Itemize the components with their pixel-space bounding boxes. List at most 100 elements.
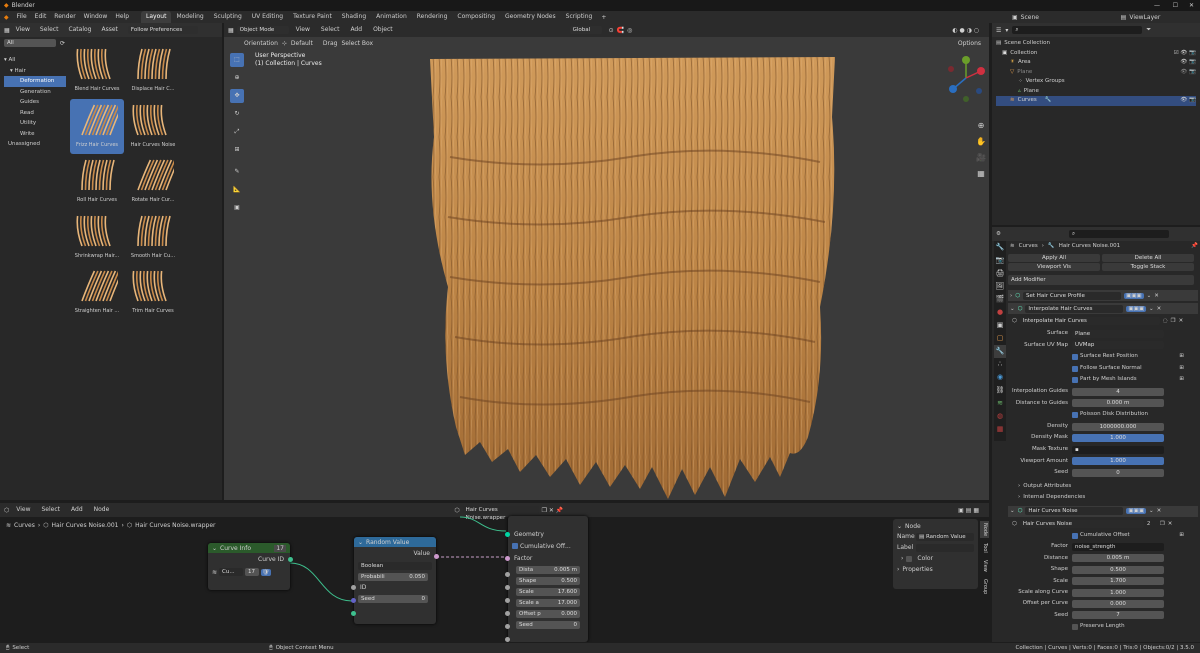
visibility-icons[interactable]: 👁 📷: [1180, 68, 1196, 78]
outliner-type-icon[interactable]: ☰: [996, 27, 1001, 34]
annotate-tool-icon[interactable]: ✎: [230, 165, 244, 179]
apply-all-button[interactable]: Apply All: [1008, 254, 1100, 262]
group-input-field[interactable]: Dista 0.005 m: [516, 566, 580, 574]
pan-icon[interactable]: ✋: [976, 134, 986, 150]
input-socket[interactable]: [505, 611, 510, 616]
preserve-length-checkbox[interactable]: [1072, 623, 1078, 630]
minimize-button[interactable]: —: [1154, 2, 1160, 9]
asset-thumbnail[interactable]: Trim Hair Curves: [126, 265, 180, 321]
outliner-item-area[interactable]: ☀ Area 👁 📷: [996, 58, 1196, 68]
select-tool-icon[interactable]: ⬚: [230, 53, 244, 67]
tree-item-write[interactable]: Write: [4, 129, 66, 140]
collection-tab-icon[interactable]: ▣: [994, 319, 1006, 332]
library-selector[interactable]: Follow Preferences: [127, 26, 198, 34]
display-mode-icon[interactable]: ▾: [1005, 27, 1008, 34]
internal-deps-subpanel[interactable]: › Internal Dependencies: [1008, 492, 1198, 504]
vp-menu-add[interactable]: Add: [346, 24, 366, 36]
close-button[interactable]: ✕: [1189, 2, 1194, 9]
poisson-checkbox[interactable]: [1072, 411, 1078, 418]
group-input-field[interactable]: Scale a 17.000: [516, 599, 580, 607]
blender-menu-icon[interactable]: ◆: [0, 14, 13, 21]
modifier-toggle-icons[interactable]: ▣▣▣: [1124, 292, 1144, 299]
curve-info-node[interactable]: ⌄ Curve Info 17 Curve ID ≋ Cu... 17 🛡: [208, 543, 293, 590]
tab-uv-editing[interactable]: UV Editing: [247, 11, 288, 23]
modifier-toggle-icons[interactable]: ▣▣▣: [1126, 305, 1147, 312]
tab-sculpting[interactable]: Sculpting: [209, 11, 247, 23]
asset-menu-asset[interactable]: Asset: [97, 24, 121, 36]
material-tab-icon[interactable]: ◍: [994, 410, 1006, 423]
properties-subpanel[interactable]: › Properties: [897, 564, 974, 575]
filter-icon[interactable]: ⏷: [1146, 26, 1151, 34]
constraints-tab-icon[interactable]: ⛓: [994, 384, 1006, 397]
id-socket[interactable]: [351, 598, 356, 603]
menu-help[interactable]: Help: [111, 11, 133, 23]
node-group-selector[interactable]: Interpolate Hair Curves: [1019, 317, 1160, 325]
dist-guides-field[interactable]: 0.000 m: [1072, 399, 1164, 408]
menu-edit[interactable]: Edit: [31, 11, 51, 23]
node-editor[interactable]: ⬡ View Select Add Node ⬡ Hair Curves Noi…: [0, 503, 989, 642]
cursor-tool-icon[interactable]: ⊕: [230, 71, 244, 85]
interp-guides-field[interactable]: 4: [1072, 387, 1164, 396]
add-workspace-button[interactable]: +: [597, 14, 610, 21]
scale-field[interactable]: 1.700: [1072, 577, 1164, 586]
geometry-socket[interactable]: [505, 532, 510, 537]
asset-thumbnail[interactable]: Rotate Hair Cur...: [126, 154, 180, 210]
tree-item-all[interactable]: ▾ All: [4, 55, 66, 66]
keyframe-icon[interactable]: ⊞: [1179, 374, 1184, 386]
mode-selector[interactable]: Object Mode: [236, 26, 289, 34]
curve-selector[interactable]: Cu...: [219, 568, 244, 576]
factor-field[interactable]: noise_strength: [1072, 543, 1164, 552]
filter-dropdown[interactable]: All: [4, 39, 56, 47]
modifier-panel-interpolate[interactable]: ⌄ ⬡ Interpolate Hair Curves ▣▣▣ ⌄ ✕: [1008, 303, 1198, 314]
snap-icon[interactable]: 🧲: [617, 27, 624, 34]
keyframe-icon[interactable]: ⊞: [1179, 363, 1184, 375]
modifier-remove-icon[interactable]: ✕: [1157, 508, 1162, 514]
properties-search[interactable]: ⌕: [1068, 230, 1169, 238]
texture-tab-icon[interactable]: ▦: [994, 423, 1006, 436]
outliner-scene-collection[interactable]: ▤ Scene Collection: [996, 39, 1196, 49]
group-input-field[interactable]: Scale 17.600: [516, 588, 580, 596]
shape-field[interactable]: 0.500: [1072, 565, 1164, 574]
viewlayer-selector[interactable]: ViewLayer: [1129, 14, 1160, 21]
camera-view-icon[interactable]: 🎥: [976, 150, 986, 166]
fake-user-icon[interactable]: ◌: [1163, 318, 1168, 324]
modifier-menu-icon[interactable]: ⌄: [1147, 293, 1152, 299]
input-socket[interactable]: [505, 637, 510, 642]
add-cube-tool-icon[interactable]: ▣: [230, 201, 244, 215]
menu-render[interactable]: Render: [50, 11, 79, 23]
follow-normal-checkbox[interactable]: [1072, 365, 1078, 372]
seed-field[interactable]: Seed 0: [358, 595, 428, 603]
render-tab-icon[interactable]: 📷: [994, 254, 1006, 267]
asset-menu-catalog[interactable]: Catalog: [64, 24, 95, 36]
surface-rest-checkbox[interactable]: [1072, 353, 1078, 360]
modifier-panel-set-hair-profile[interactable]: › ⬡ Set Hair Curve Profile ▣▣▣ ⌄ ✕: [1008, 290, 1198, 301]
tree-item-guides[interactable]: Guides: [4, 97, 66, 108]
seed2-field[interactable]: 7: [1072, 611, 1164, 620]
tree-item-unassigned[interactable]: Unassigned: [4, 139, 66, 150]
visibility-icons[interactable]: 👁 📷: [1180, 58, 1196, 68]
modifier-toggle-icons[interactable]: ▣▣▣: [1126, 508, 1147, 515]
tree-item-hair[interactable]: ▾ Hair: [4, 66, 66, 77]
menu-file[interactable]: File: [13, 11, 31, 23]
asset-thumbnail[interactable]: Roll Hair Curves: [70, 154, 124, 210]
distance-field[interactable]: 0.005 m: [1072, 554, 1164, 563]
tab-tool[interactable]: Tool: [980, 541, 989, 555]
tab-shading[interactable]: Shading: [337, 11, 371, 23]
vp-menu-select[interactable]: Select: [317, 24, 344, 36]
tab-node[interactable]: Node: [980, 521, 989, 539]
probability-field[interactable]: Probabili 0.050: [358, 573, 428, 581]
outliner-item-plane[interactable]: ▽ Plane 👁 📷: [996, 68, 1196, 78]
editor-type-icon[interactable]: ▦: [4, 27, 10, 34]
asset-menu-view[interactable]: View: [12, 24, 34, 36]
vp-menu-view[interactable]: View: [292, 24, 314, 36]
seed-field[interactable]: 0: [1072, 468, 1164, 477]
orientation-value[interactable]: Default: [291, 40, 319, 47]
add-modifier-dropdown[interactable]: Add Modifier: [1008, 275, 1194, 285]
options-dropdown[interactable]: Options: [958, 40, 981, 47]
menu-window[interactable]: Window: [80, 11, 112, 23]
tab-layout[interactable]: Layout: [141, 11, 172, 23]
scene-tab-icon[interactable]: 🎬: [994, 293, 1006, 306]
maximize-button[interactable]: ☐: [1173, 2, 1178, 9]
copy-icon[interactable]: ❐: [1160, 521, 1165, 527]
tab-animation[interactable]: Animation: [371, 11, 412, 23]
